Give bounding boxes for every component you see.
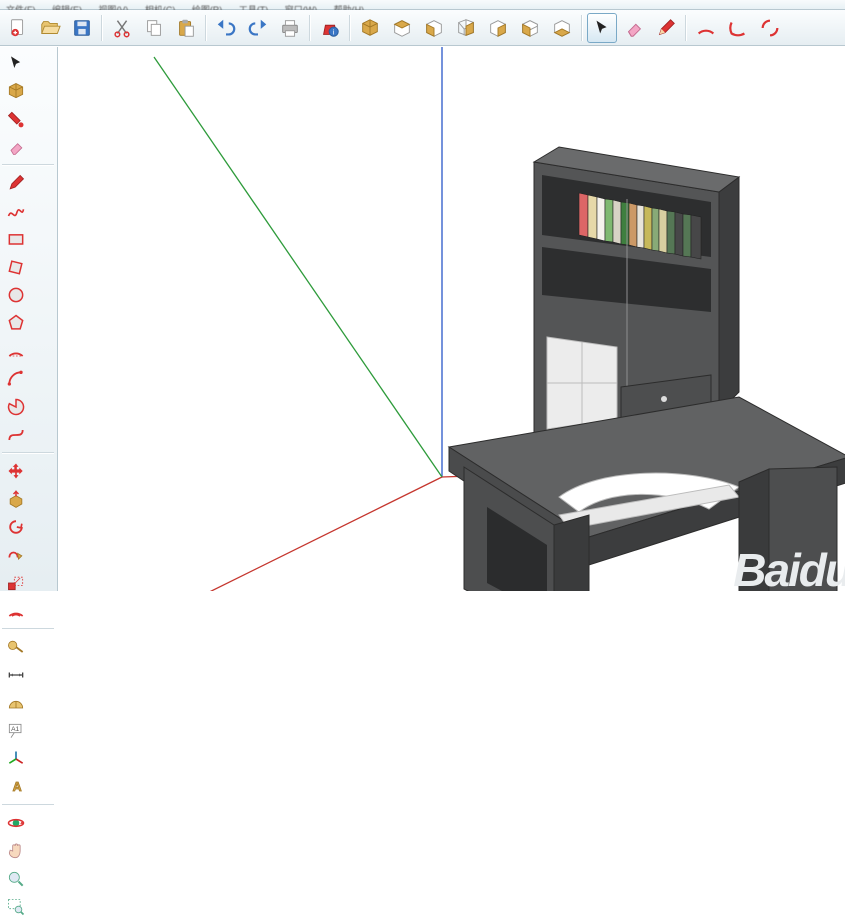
arc-2pt-tool[interactable] bbox=[2, 365, 30, 393]
menu-bar: 文件(F) 编辑(E) 视图(V) 相机(C) 绘图(R) 工具(T) 窗口(W… bbox=[0, 0, 845, 10]
svg-text:A1: A1 bbox=[11, 726, 19, 733]
pencil-button[interactable] bbox=[651, 13, 681, 43]
eraser-tool[interactable] bbox=[2, 133, 30, 161]
paint-tool[interactable] bbox=[2, 105, 30, 133]
pan-tool[interactable] bbox=[2, 837, 30, 865]
rectangle-tool[interactable] bbox=[2, 225, 30, 253]
redo-button[interactable] bbox=[243, 13, 273, 43]
open-button[interactable] bbox=[35, 13, 65, 43]
3dtext-tool[interactable]: A bbox=[2, 773, 30, 801]
rotate-tool[interactable] bbox=[2, 513, 30, 541]
top-view-button[interactable] bbox=[387, 13, 417, 43]
pie-tool[interactable] bbox=[2, 393, 30, 421]
freehand-tool[interactable] bbox=[2, 197, 30, 225]
svg-text:A: A bbox=[13, 780, 22, 794]
component-tool[interactable] bbox=[2, 77, 30, 105]
scale-tool[interactable] bbox=[2, 569, 30, 597]
arc-red-button[interactable] bbox=[691, 13, 721, 43]
text-tool[interactable]: A1 bbox=[2, 717, 30, 745]
zoom-window-tool[interactable] bbox=[2, 893, 30, 921]
paste-button[interactable] bbox=[171, 13, 201, 43]
bottom-view-button[interactable] bbox=[547, 13, 577, 43]
right-view-button[interactable] bbox=[451, 13, 481, 43]
new-button[interactable] bbox=[3, 13, 33, 43]
left-toolbar: A1 A bbox=[0, 47, 58, 591]
axes-tool[interactable] bbox=[2, 745, 30, 773]
iso-view-button[interactable] bbox=[355, 13, 385, 43]
top-toolbar: i bbox=[0, 10, 845, 46]
save-button[interactable] bbox=[67, 13, 97, 43]
copy-button[interactable] bbox=[139, 13, 169, 43]
followme-tool[interactable] bbox=[2, 541, 30, 569]
zoom-tool[interactable] bbox=[2, 865, 30, 893]
protractor-tool[interactable] bbox=[2, 689, 30, 717]
tape-tool[interactable] bbox=[2, 633, 30, 661]
pushpull-tool[interactable] bbox=[2, 485, 30, 513]
select-tool-button[interactable] bbox=[587, 13, 617, 43]
arc2-red-button[interactable] bbox=[723, 13, 753, 43]
curve-tool[interactable] bbox=[2, 421, 30, 449]
move-tool[interactable] bbox=[2, 457, 30, 485]
undo-button[interactable] bbox=[211, 13, 241, 43]
arc3-red-button[interactable] bbox=[755, 13, 785, 43]
offset-tool[interactable] bbox=[2, 597, 30, 625]
left-view-button[interactable] bbox=[515, 13, 545, 43]
orbit-tool[interactable] bbox=[2, 809, 30, 837]
cut-button[interactable] bbox=[107, 13, 137, 43]
print-button[interactable] bbox=[275, 13, 305, 43]
select-tool[interactable] bbox=[2, 49, 30, 77]
desk-model bbox=[439, 137, 845, 591]
dimension-tool[interactable] bbox=[2, 661, 30, 689]
circle-tool[interactable] bbox=[2, 281, 30, 309]
back-view-button[interactable] bbox=[483, 13, 513, 43]
model-info-button[interactable]: i bbox=[315, 13, 345, 43]
polygon-tool[interactable] bbox=[2, 309, 30, 337]
eraser-button[interactable] bbox=[619, 13, 649, 43]
front-view-button[interactable] bbox=[419, 13, 449, 43]
arc-tool[interactable] bbox=[2, 337, 30, 365]
pencil-tool[interactable] bbox=[2, 169, 30, 197]
viewport-3d[interactable]: Baidu bbox=[59, 47, 845, 591]
rotated-rect-tool[interactable] bbox=[2, 253, 30, 281]
